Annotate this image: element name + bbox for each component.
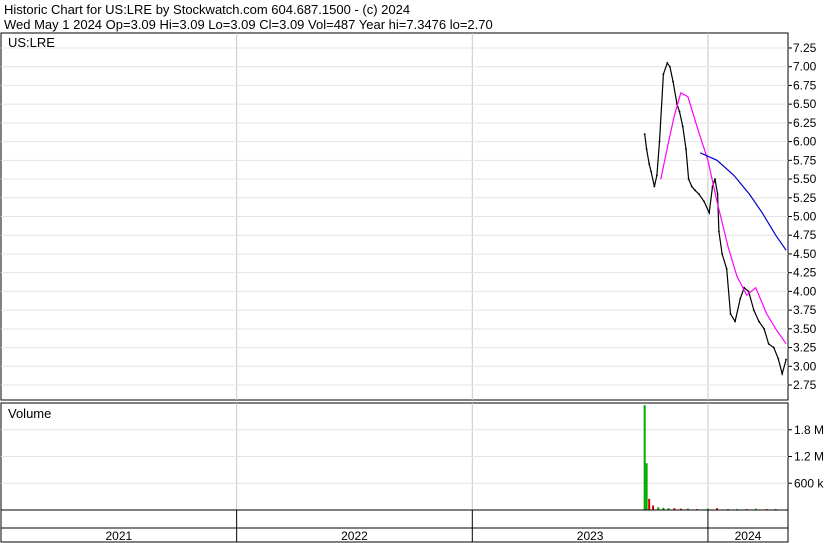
stock-chart: US:LRE 7.25 7.00 6.75 6.50 6.25 6.00 5.75 5.50 5… — [0, 32, 824, 543]
price-point — [714, 178, 716, 180]
price-point — [781, 372, 784, 375]
price-point — [752, 309, 755, 312]
price-point — [725, 268, 728, 270]
volume-panel: Volume 1.8 M 1.2 M 600 k — [0, 402, 824, 511]
price-tick-label: 4.50 — [793, 247, 817, 261]
price-tick-label: 7.00 — [793, 60, 817, 74]
price-point — [718, 230, 720, 233]
price-point — [739, 297, 742, 300]
price-axis: 7.25 7.00 6.75 6.50 6.25 6.00 5.75 5.50 5.25 5.00… — [788, 41, 817, 392]
price-point — [662, 73, 665, 76]
price-point — [656, 174, 658, 177]
price-point — [763, 327, 766, 330]
price-point — [643, 133, 646, 136]
price-point — [648, 163, 651, 165]
price-point — [694, 189, 696, 192]
volume-bar — [645, 463, 648, 510]
price-point — [653, 185, 656, 188]
price-point — [645, 148, 648, 150]
price-point — [703, 200, 705, 203]
price-tick-label: 4.00 — [793, 284, 817, 298]
price-point — [685, 148, 687, 150]
price-point — [666, 62, 669, 64]
price-tick-label: 5.25 — [793, 191, 817, 205]
price-point — [678, 110, 681, 113]
volume-bar — [652, 505, 655, 510]
price-point — [681, 125, 684, 128]
price-tick-label: 6.50 — [793, 97, 817, 111]
x-tick-label: 2024 — [735, 529, 762, 543]
price-point — [777, 357, 780, 360]
x-tick-label: 2022 — [341, 529, 368, 543]
price-tick-label: 5.50 — [793, 172, 817, 186]
price-point — [772, 346, 775, 349]
volume-panel-label: Volume — [8, 406, 51, 421]
price-tick-label: 4.75 — [793, 228, 817, 242]
volume-tick-label: 1.8 M — [794, 423, 824, 437]
price-tick-label: 3.25 — [793, 341, 817, 355]
price-panel-label: US:LRE — [8, 35, 55, 50]
price-tick-label: 2.75 — [793, 378, 817, 392]
price-point — [729, 312, 732, 315]
price-point — [734, 320, 736, 323]
price-point — [698, 193, 700, 195]
x-axis: 2021 2022 2023 2024 — [0, 509, 789, 543]
price-tick-label: 3.75 — [793, 303, 817, 317]
price-tick-label: 3.50 — [793, 322, 817, 336]
price-point — [708, 211, 711, 214]
volume-tick-label: 1.2 M — [794, 450, 824, 464]
price-tick-label: 4.25 — [793, 266, 817, 280]
price-panel: US:LRE 7.25 7.00 6.75 6.50 6.25 6.00 5.75 5.50 5… — [0, 32, 817, 401]
price-point — [687, 178, 690, 180]
x-tick-label: 2023 — [577, 529, 604, 543]
volume-bar — [648, 498, 651, 510]
x-tick-label: 2021 — [105, 529, 132, 543]
price-tick-label: 6.00 — [793, 135, 817, 149]
price-point — [767, 342, 770, 345]
price-tick-label: 3.00 — [793, 359, 817, 373]
price-point — [658, 140, 661, 143]
price-point — [716, 193, 719, 195]
price-point — [721, 253, 724, 255]
price-tick-label: 5.00 — [793, 210, 817, 224]
price-point — [690, 185, 693, 188]
price-tick-label: 6.25 — [793, 116, 817, 130]
price-point — [650, 170, 653, 173]
price-point — [758, 320, 760, 323]
price-tick-label: 7.25 — [793, 41, 817, 55]
price-point — [668, 65, 671, 68]
price-tick-label: 5.75 — [793, 153, 817, 167]
volume-bar — [643, 405, 646, 510]
price-point — [785, 358, 787, 361]
price-point — [672, 80, 674, 83]
volume-tick-label: 600 k — [794, 476, 824, 490]
price-point — [747, 290, 750, 293]
volume-axis: 1.8 M 1.2 M 600 k — [788, 423, 824, 490]
price-tick-label: 6.75 — [793, 78, 817, 92]
